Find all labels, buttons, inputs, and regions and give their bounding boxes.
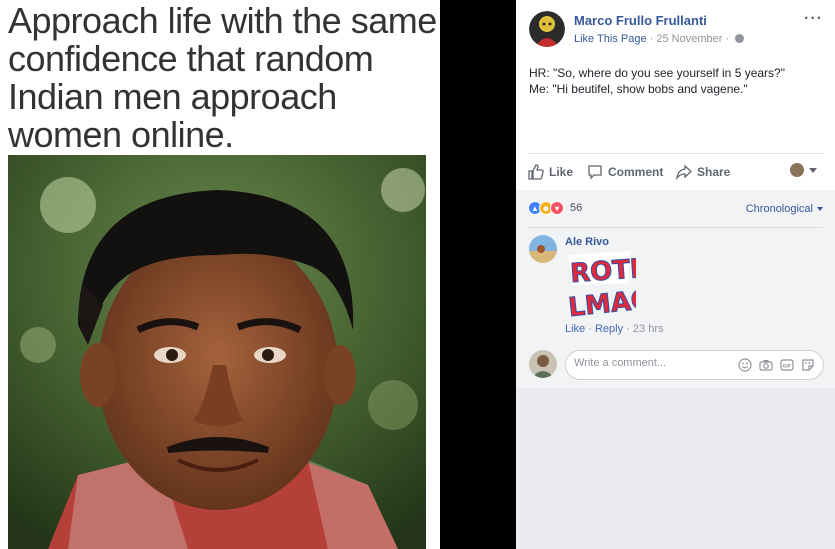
- love-reaction-icon: ♥: [550, 201, 564, 215]
- sort-label: Chronological: [745, 203, 813, 215]
- comment-like-link[interactable]: Like: [565, 323, 585, 335]
- divider: [528, 227, 823, 228]
- comment-time[interactable]: 23 hrs: [633, 323, 664, 335]
- chevron-down-icon: [809, 167, 817, 173]
- comment-actions: Like · Reply · 23 hrs: [565, 323, 663, 335]
- post-text: HR: "So, where do you see yourself in 5 …: [529, 65, 785, 97]
- composer-icons: GIF: [731, 358, 815, 372]
- sticker-line1: ROTF: [569, 254, 636, 289]
- like-label: Like: [549, 165, 574, 179]
- comment-author[interactable]: Ale Rivo: [565, 236, 609, 248]
- chevron-down-icon: [817, 207, 823, 211]
- meme-caption: Approach life with the same confidence t…: [8, 0, 437, 155]
- post-card: Marco Frullo Frullanti Like This Page · …: [516, 0, 835, 388]
- background-gap: [440, 0, 516, 549]
- current-user-avatar: [529, 350, 557, 378]
- thumbs-up-icon: [528, 164, 544, 180]
- comment-input[interactable]: [574, 357, 724, 369]
- commenter-avatar[interactable]: [529, 235, 557, 263]
- divider: [528, 153, 823, 154]
- camera-icon[interactable]: [759, 358, 773, 372]
- meta-separator: ·: [649, 33, 654, 45]
- meta-separator-2: ·: [725, 33, 730, 45]
- post-date[interactable]: 25 November: [656, 33, 722, 45]
- rotflmao-sticker: ROTF LMAO: [564, 249, 655, 324]
- post-text-line: HR: "So, where do you see yourself in 5 …: [529, 66, 785, 80]
- comment-icon: [588, 165, 602, 180]
- post-text-line: Me: "Hi beutifel, show bobs and vagene.": [529, 82, 748, 96]
- share-icon: [676, 164, 692, 180]
- reactions-summary[interactable]: ▲ ☻ ♥ 56: [528, 201, 582, 215]
- like-button[interactable]: Like: [528, 162, 573, 182]
- share-button[interactable]: Share: [676, 162, 730, 182]
- comment-button[interactable]: Comment: [587, 162, 663, 182]
- post-meta: Like This Page · 25 November ·: [574, 33, 745, 45]
- meme-image: Approach life with the same confidence t…: [0, 0, 440, 549]
- comment-reply-link[interactable]: Reply: [595, 323, 623, 335]
- sticker-line2: LMAO: [567, 285, 636, 319]
- comment-actions-sep: ·: [588, 323, 592, 335]
- viewer-avatar: [790, 163, 804, 177]
- globe-icon: [735, 34, 745, 43]
- comment-actions-sep: ·: [626, 323, 630, 335]
- emoji-icon[interactable]: [738, 358, 752, 372]
- share-label: Share: [697, 165, 731, 179]
- meme-photo: [8, 155, 426, 549]
- gif-icon[interactable]: GIF: [780, 358, 794, 372]
- comment-composer[interactable]: GIF: [565, 350, 824, 380]
- svg-text:GIF: GIF: [783, 363, 791, 369]
- comment-sort-dropdown[interactable]: Chronological: [746, 203, 823, 215]
- comment-label: Comment: [608, 165, 664, 179]
- page-avatar[interactable]: [529, 11, 565, 47]
- post-author[interactable]: Marco Frullo Frullanti: [574, 13, 707, 28]
- more-options-icon[interactable]: ···: [804, 10, 823, 28]
- like-page-link[interactable]: Like This Page: [574, 33, 647, 45]
- comments-section: ▲ ☻ ♥ 56 Chronological Ale Rivo ROTF LMA…: [516, 190, 835, 388]
- post-as-selector[interactable]: [790, 163, 817, 177]
- facebook-post-panel: Marco Frullo Frullanti Like This Page · …: [516, 0, 835, 549]
- sticker-icon[interactable]: [801, 358, 815, 372]
- reaction-count: 56: [570, 202, 583, 214]
